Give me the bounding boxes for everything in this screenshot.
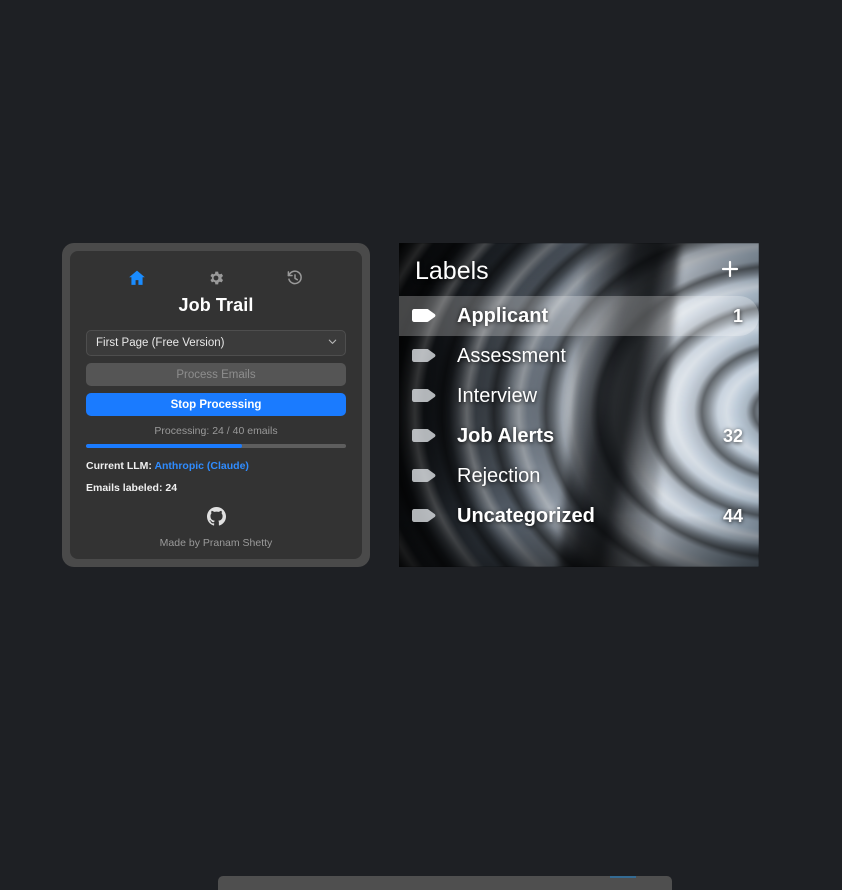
tag-icon (411, 428, 437, 445)
home-icon (127, 268, 147, 288)
label-row[interactable]: Interview (399, 376, 759, 416)
label-row[interactable]: Assessment (399, 336, 759, 376)
label-count-badge: 1 (732, 305, 743, 326)
credit-text: Made by Pranam Shetty (159, 537, 273, 549)
labels-panel: Labels Applicant 1 Assessment Interview Job … (399, 243, 759, 567)
tag-icon (411, 388, 437, 405)
bottom-window-strip[interactable] (218, 876, 672, 890)
label-name: Uncategorized (457, 504, 595, 527)
labels-content: Labels Applicant 1 Assessment Interview Job … (399, 243, 759, 567)
bottom-window-accent-tick (610, 876, 636, 878)
tag-icon (411, 508, 437, 525)
popup-footer: Made by Pranam Shetty (86, 507, 346, 549)
label-name: Applicant (457, 304, 549, 327)
stop-processing-label: Stop Processing (170, 398, 262, 411)
label-row[interactable]: Job Alerts 32 (399, 416, 759, 456)
label-name: Rejection (457, 464, 541, 487)
label-count-badge: 44 (722, 505, 743, 526)
label-count-badge: 32 (722, 425, 743, 446)
extension-popup-card: Job Trail First Page (Free Version) Proc… (70, 251, 362, 559)
page-title: Job Trail (178, 295, 254, 315)
gear-icon (207, 269, 225, 287)
labels-title: Labels (415, 257, 489, 285)
label-row[interactable]: Applicant 1 (399, 296, 759, 336)
add-label-button[interactable] (717, 259, 743, 285)
popup-nav (86, 265, 346, 289)
nav-settings-button[interactable] (205, 267, 227, 289)
progress-bar (86, 444, 346, 448)
labels-list: Applicant 1 Assessment Interview Job Alerts 3… (399, 296, 759, 544)
label-name: Assessment (457, 344, 566, 367)
label-name: Job Alerts (457, 424, 555, 447)
tag-icon (411, 348, 437, 365)
screen: Job Trail First Page (Free Version) Proc… (0, 0, 842, 890)
tag-icon (411, 468, 437, 485)
plus-icon (718, 257, 742, 286)
labels-header: Labels (399, 243, 759, 296)
current-llm-label: Current LLM: (86, 460, 155, 472)
progress-bar-fill (86, 444, 242, 448)
current-llm-value: Anthropic (Claude) (154, 460, 249, 472)
progress-status-text: Processing: 24 / 40 emails (154, 425, 278, 437)
github-icon[interactable] (206, 507, 226, 531)
label-row[interactable]: Rejection (399, 456, 759, 496)
extension-popup-frame: Job Trail First Page (Free Version) Proc… (62, 243, 370, 567)
tag-icon (411, 308, 437, 325)
history-icon (286, 269, 304, 287)
page-select-value: First Page (Free Version) (96, 337, 225, 349)
label-name: Interview (457, 384, 538, 407)
process-emails-label: Process Emails (176, 368, 256, 381)
current-llm-line: Current LLM: Anthropic (Claude) (86, 460, 346, 472)
page-select[interactable]: First Page (Free Version) (86, 330, 346, 356)
emails-labeled-line: Emails labeled: 24 (86, 482, 178, 494)
nav-home-button[interactable] (126, 267, 148, 289)
nav-history-button[interactable] (284, 267, 306, 289)
stop-processing-button[interactable]: Stop Processing (86, 393, 346, 416)
page-select-wrapper: First Page (Free Version) (86, 330, 346, 356)
label-row[interactable]: Uncategorized 44 (399, 496, 759, 536)
process-emails-button[interactable]: Process Emails (86, 363, 346, 386)
